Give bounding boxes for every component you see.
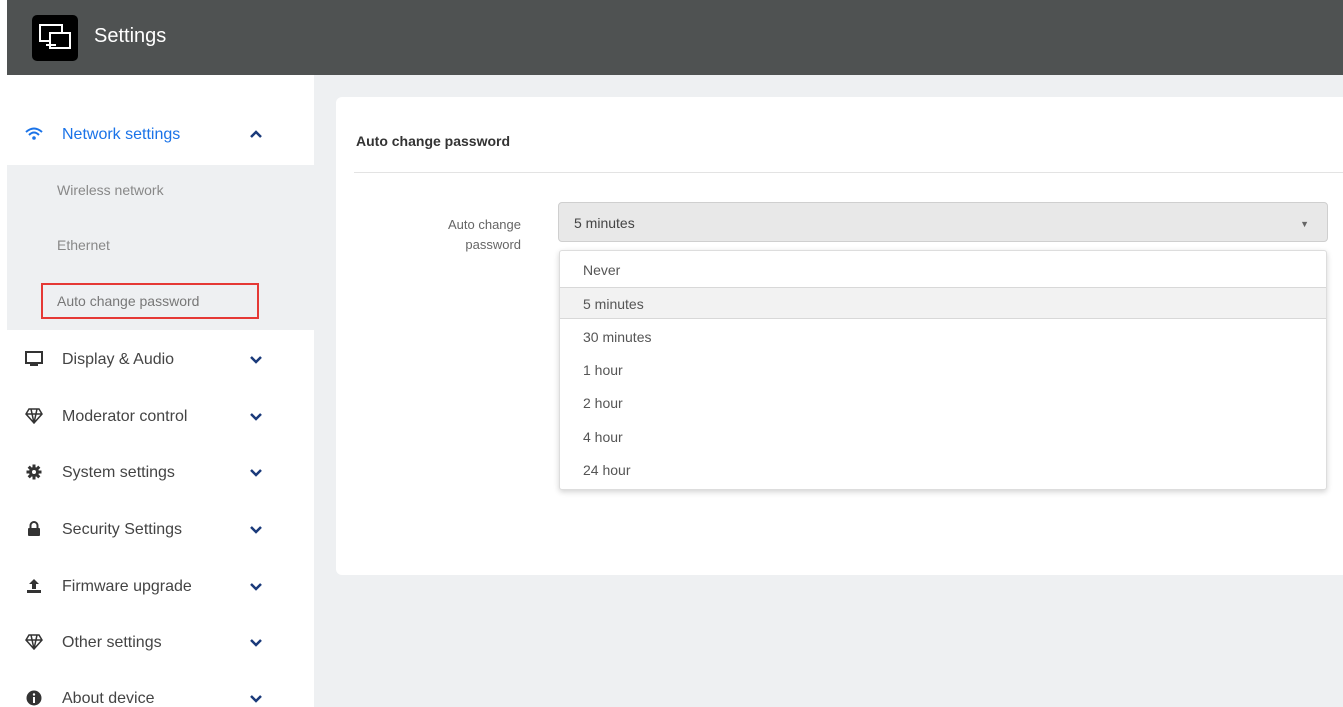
chevron-down-icon: [250, 639, 262, 647]
wifi-icon: [25, 125, 43, 143]
option-label: 4 hour: [583, 429, 623, 445]
sidebar-item-label: Other settings: [62, 634, 162, 651]
chevron-up-icon: [250, 130, 262, 138]
sidebar-item-label: About device: [62, 690, 155, 707]
sidebar-item-system-settings[interactable]: System settings: [7, 453, 314, 493]
option-2-hour[interactable]: 2 hour: [560, 387, 1326, 419]
chevron-down-icon: [250, 583, 262, 591]
screen-cast-icon: [32, 15, 78, 61]
sidebar-item-other-settings[interactable]: Other settings: [7, 623, 314, 663]
sidebar-item-label: Network settings: [62, 126, 181, 143]
info-icon: [25, 689, 43, 707]
sidebar-item-display-audio[interactable]: Display & Audio: [7, 340, 314, 380]
monitor-icon: [25, 350, 43, 368]
option-never[interactable]: Never: [560, 254, 1326, 286]
divider: [354, 172, 1343, 173]
top-bar: Settings: [7, 0, 1343, 75]
sidebar-item-label: Display & Audio: [62, 351, 175, 368]
chevron-down-icon: [250, 469, 262, 477]
option-label: 5 minutes: [583, 296, 644, 312]
diamond-icon: [25, 407, 43, 425]
sidebar-item-about-device[interactable]: About device: [7, 679, 314, 707]
dropdown-list: Never 5 minutes 30 minutes 1 hour 2 hour…: [559, 250, 1327, 490]
gear-icon: [25, 463, 43, 481]
field-label: Auto change password: [447, 217, 521, 252]
chevron-down-icon: [250, 413, 262, 421]
option-label: 24 hour: [583, 462, 631, 478]
sidebar-item-label: Moderator control: [62, 408, 188, 425]
sidebar-item-label: Firmware upgrade: [62, 578, 192, 595]
select-arrow-icon: ▼: [1300, 219, 1309, 229]
subitem-label: Ethernet: [57, 237, 110, 253]
card-title: Auto change password: [356, 133, 511, 149]
sidebar-item-moderator-control[interactable]: Moderator control: [7, 397, 314, 437]
auto-change-password-select[interactable]: 5 minutes ▼: [558, 202, 1328, 242]
chevron-down-icon: [250, 695, 262, 703]
app-title: Settings: [94, 25, 167, 47]
sidebar-item-network-settings[interactable]: Network settings: [7, 115, 314, 155]
sidebar-item-label: System settings: [62, 464, 175, 481]
option-label: Never: [583, 262, 621, 278]
sidebar-item-label: Security Settings: [62, 521, 183, 538]
option-30-minutes[interactable]: 30 minutes: [560, 321, 1326, 353]
option-label: 1 hour: [583, 362, 623, 378]
subitem-label: Wireless network: [57, 182, 164, 198]
sidebar-item-firmware-upgrade[interactable]: Firmware upgrade: [7, 567, 314, 607]
select-value: 5 minutes: [574, 215, 635, 231]
chevron-down-icon: [250, 526, 262, 534]
option-label: 2 hour: [583, 395, 623, 411]
subitem-label: Auto change password: [57, 293, 200, 309]
option-24-hour[interactable]: 24 hour: [560, 454, 1326, 486]
upload-icon: [25, 577, 43, 595]
lock-icon: [25, 520, 43, 538]
option-5-minutes[interactable]: 5 minutes: [560, 287, 1326, 319]
sidebar-item-security-settings[interactable]: Security Settings: [7, 510, 314, 550]
option-1-hour[interactable]: 1 hour: [560, 354, 1326, 386]
sidebar: Network settings Wireless network Ethern…: [7, 75, 314, 707]
diamond-icon: [25, 633, 43, 651]
option-label: 30 minutes: [583, 329, 652, 345]
sidebar-subitem-auto-change-password[interactable]: Auto change password: [41, 283, 259, 319]
chevron-down-icon: [250, 356, 262, 364]
option-4-hour[interactable]: 4 hour: [560, 421, 1326, 453]
